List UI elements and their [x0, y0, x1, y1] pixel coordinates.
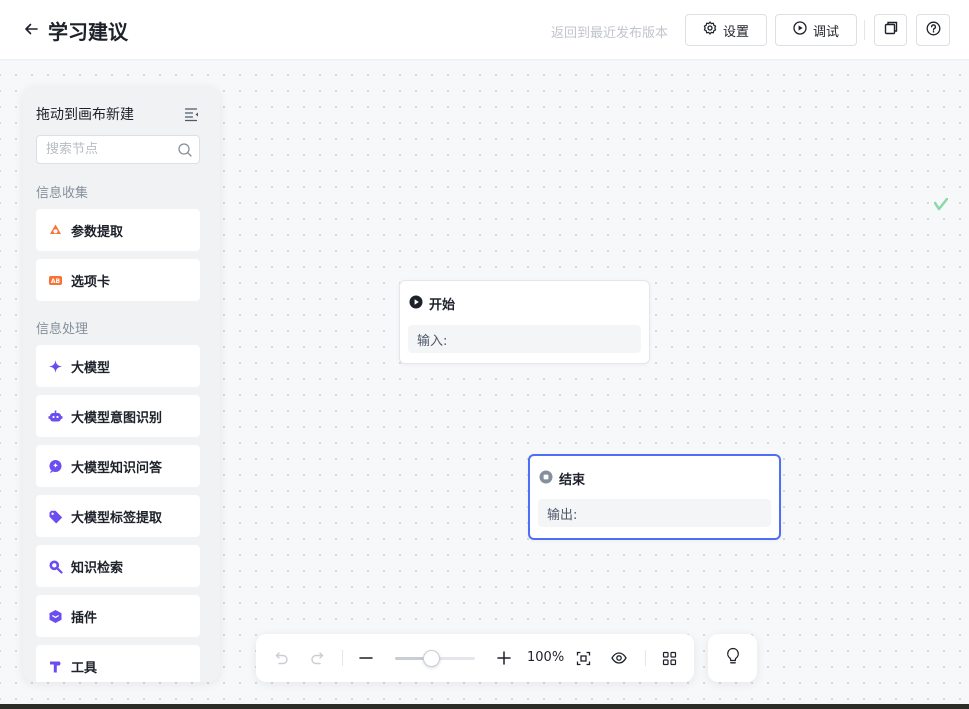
start-node[interactable]: 开始 输入: [399, 280, 650, 364]
search-icon [47, 558, 63, 574]
palette-item-label: 大模型意图识别 [71, 410, 163, 426]
robot-icon [47, 408, 63, 424]
fit-view-icon[interactable] [573, 648, 593, 668]
zoom-slider[interactable] [395, 650, 475, 667]
end-node[interactable]: 结束 输出: [528, 454, 781, 540]
end-node-header: 结束 [539, 469, 585, 488]
palette-item-llm[interactable]: 大模型 [36, 345, 200, 387]
node-search-input[interactable] [46, 136, 176, 163]
settings-label: 设置 [722, 24, 749, 40]
zoom-slider-thumb[interactable] [423, 650, 440, 667]
page-title: 学习建议 [48, 20, 128, 44]
palette-item-label: 大模型标签提取 [71, 510, 163, 526]
zoom-in-icon[interactable] [494, 648, 514, 668]
start-node-title: 开始 [429, 298, 456, 313]
eye-icon[interactable] [609, 648, 629, 668]
sparkle-icon [47, 358, 63, 374]
collapse-panel-icon[interactable] [184, 106, 200, 122]
debug-button[interactable]: 调试 [775, 14, 857, 46]
palette-item-plugin[interactable]: 插件 [36, 595, 200, 637]
toolbar-divider [645, 650, 646, 666]
back-arrow-icon[interactable] [20, 18, 42, 40]
tag-icon [47, 508, 63, 524]
canvas-toolbar: 100% [256, 634, 694, 682]
gear-icon [703, 21, 717, 39]
palette-item-label: 大模型 [71, 360, 111, 376]
palette-item-param-extract[interactable]: 参数提取 [36, 209, 200, 251]
palette-item-knowledge-search[interactable]: 知识检索 [36, 545, 200, 587]
header-bar: 学习建议 返回到最近发布版本 设置 调试 [0, 0, 969, 60]
toolbar-divider [342, 650, 343, 666]
header-divider [864, 20, 865, 40]
lightbulb-button[interactable] [708, 634, 757, 682]
question-circle-icon [926, 21, 941, 40]
palette-item-tool[interactable]: 工具 [36, 645, 200, 682]
copy-icon [883, 20, 899, 40]
palette-item-label: 选项卡 [71, 274, 111, 290]
copy-button[interactable] [874, 14, 907, 46]
palette-item-tab[interactable]: AB 选项卡 [36, 259, 200, 301]
tool-icon [47, 658, 63, 674]
search-icon[interactable] [177, 142, 193, 158]
bottom-edge [0, 704, 969, 709]
palette-item-llm-tag[interactable]: 大模型标签提取 [36, 495, 200, 537]
undo-icon[interactable] [272, 648, 292, 668]
node-search-box [36, 135, 200, 164]
param-extract-icon [47, 222, 63, 238]
svg-text:AB: AB [50, 278, 60, 285]
settings-button[interactable]: 设置 [685, 14, 767, 46]
connector-mark-icon [934, 198, 948, 211]
palette-item-label: 工具 [71, 660, 98, 676]
palette-item-llm-qa[interactable]: 大模型知识问答 [36, 445, 200, 487]
palette-item-label: 插件 [71, 610, 98, 626]
start-node-header: 开始 [409, 294, 455, 313]
palette-item-label: 知识检索 [71, 560, 124, 576]
zoom-level-text: 100% [527, 650, 565, 665]
revert-to-published-link[interactable]: 返回到最近发布版本 [551, 22, 668, 41]
group-label-info-collect: 信息收集 [36, 186, 89, 201]
help-button[interactable] [916, 14, 950, 46]
chat-bubble-icon [47, 458, 63, 474]
debug-label: 调试 [812, 24, 839, 40]
end-node-title: 结束 [559, 473, 586, 488]
lightbulb-icon [725, 647, 741, 669]
palette-item-llm-intent[interactable]: 大模型意图识别 [36, 395, 200, 437]
node-palette-panel: 拖动到画布新建 信息收集 参数提取 AB 选项卡 信息处理 大模型 大模型意图识… [23, 86, 220, 682]
palette-item-label: 参数提取 [71, 224, 124, 240]
zoom-out-icon[interactable] [356, 648, 376, 668]
start-node-input-field: 输入: [408, 325, 641, 353]
ab-tab-icon: AB [47, 272, 63, 288]
panel-title: 拖动到画布新建 [36, 107, 134, 123]
stop-circle-icon [539, 470, 553, 488]
group-label-info-process: 信息处理 [36, 322, 89, 337]
plugin-cube-icon [47, 608, 63, 624]
grid-layout-icon[interactable] [659, 648, 679, 668]
play-circle-icon [793, 21, 807, 39]
end-node-output-field: 输出: [538, 499, 771, 527]
play-circle-icon [409, 295, 423, 313]
palette-item-label: 大模型知识问答 [71, 460, 163, 476]
redo-icon[interactable] [307, 648, 327, 668]
